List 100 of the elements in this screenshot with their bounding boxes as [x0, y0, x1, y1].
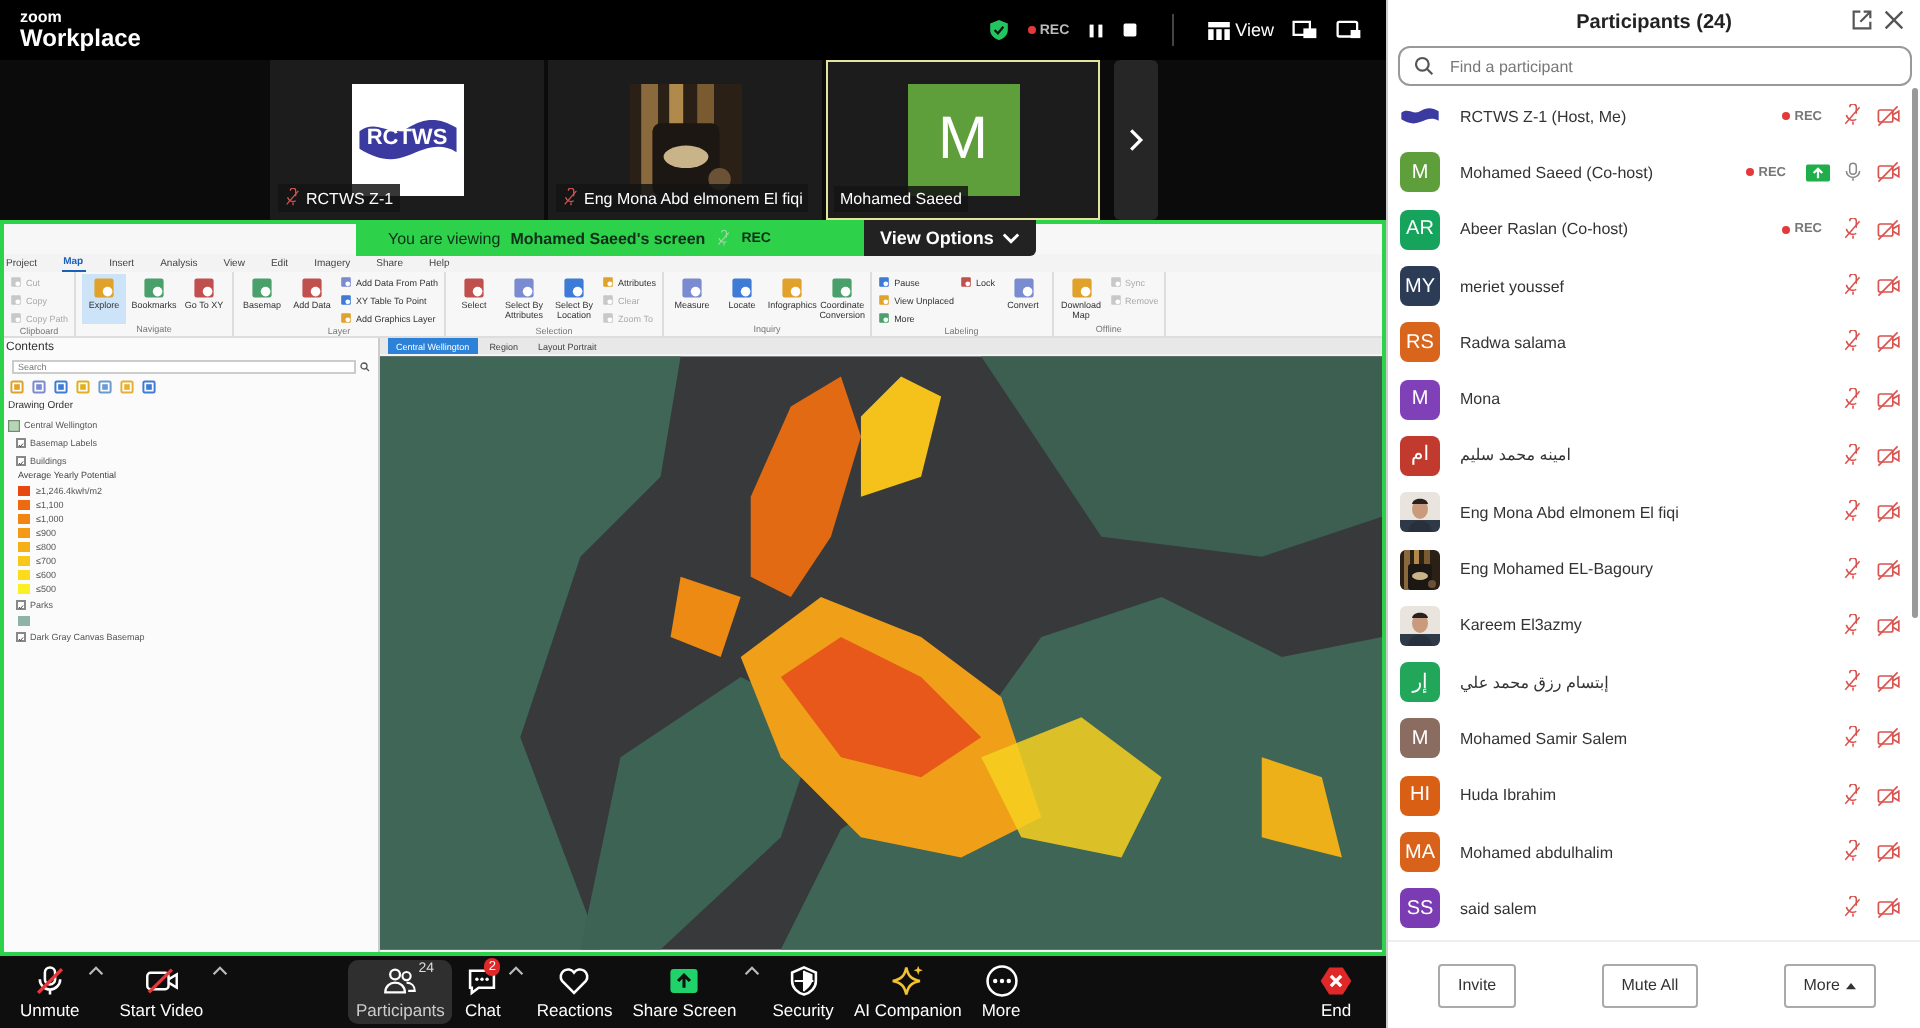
video-tile[interactable]: Eng Mona Abd elmonem El fiqi — [548, 60, 822, 220]
participant-name: Mohamed Saeed (Co-host) — [1460, 163, 1655, 182]
camera-off-icon[interactable] — [1876, 896, 1900, 921]
camera-off-icon[interactable] — [1876, 840, 1900, 864]
toolbar-button[interactable]: Start Video — [111, 960, 212, 1024]
participant-name: Eng Mohamed EL-Bagoury — [1460, 560, 1655, 579]
microphone-muted-icon[interactable] — [1842, 274, 1864, 299]
microphone-muted-icon[interactable] — [1842, 387, 1864, 412]
toolbar-button[interactable]: End — [1310, 960, 1362, 1024]
microphone-muted-icon[interactable] — [1842, 500, 1864, 525]
microphone-muted-icon[interactable] — [1842, 217, 1864, 242]
checkbox[interactable] — [16, 438, 26, 448]
camera-off-icon[interactable] — [1876, 274, 1900, 299]
participant-name: meriet youssef — [1460, 277, 1567, 296]
checkbox[interactable] — [16, 632, 26, 642]
microphone-muted-icon[interactable] — [1842, 104, 1864, 129]
video-tile[interactable]: RCTWS RCTWS Z-1 — [270, 60, 544, 220]
toolbar-button[interactable]: Unmute — [12, 960, 88, 1024]
microphone-muted-icon[interactable] — [1842, 613, 1864, 638]
toolbar-button[interactable]: Share Screen — [624, 960, 745, 1024]
participant-name: Kareem El3azmy — [1460, 616, 1584, 635]
camera-off-icon[interactable] — [1876, 557, 1900, 582]
checkbox[interactable] — [16, 600, 26, 610]
avatar: إر — [1400, 662, 1440, 703]
pause-icon[interactable] — [1087, 21, 1104, 39]
window-icon[interactable] — [1292, 20, 1318, 40]
chevron-down-icon — [1001, 232, 1020, 244]
tool-icon — [10, 312, 22, 324]
participant-name: Eng Mona Abd elmonem El fiqi — [1460, 503, 1681, 522]
microphone-muted-icon[interactable] — [1842, 840, 1864, 864]
brand-name: Workplace — [20, 26, 141, 50]
scrollbar[interactable] — [1912, 88, 1918, 618]
search-icon — [1414, 56, 1434, 76]
camera-off-icon[interactable] — [1876, 670, 1900, 695]
camera-off-icon[interactable] — [1876, 217, 1900, 242]
view-button[interactable]: View — [1207, 20, 1274, 40]
microphone-muted-icon[interactable] — [1842, 443, 1864, 468]
toolbar-button[interactable]: Reactions — [528, 960, 621, 1024]
caret-icon[interactable] — [744, 966, 761, 976]
microphone-icon[interactable] — [1842, 160, 1864, 185]
chat-icon — [464, 964, 501, 998]
participant-name: Eng Mona Abd elmonem El fiqi — [584, 189, 803, 207]
check-icon — [18, 634, 24, 644]
toolbar-button[interactable]: Security — [764, 960, 842, 1024]
shield-check-icon[interactable] — [987, 18, 1010, 42]
camera-off-icon[interactable] — [1876, 387, 1900, 412]
check-icon — [18, 602, 24, 612]
close-icon[interactable] — [1884, 10, 1904, 30]
brand-name: zoom — [20, 10, 64, 26]
participant-name: Mohamed abdulhalim — [1460, 843, 1615, 861]
checkbox[interactable] — [16, 456, 26, 466]
camera-off-icon[interactable] — [1876, 104, 1900, 129]
stop-icon[interactable] — [1121, 22, 1138, 38]
people-icon — [382, 964, 419, 998]
map-icon — [8, 419, 20, 431]
video-tile[interactable]: M Mohamed Saeed — [826, 60, 1100, 220]
recording-dot — [1782, 225, 1791, 234]
caret-icon[interactable] — [87, 966, 104, 976]
search-field[interactable]: Find a participant — [1398, 46, 1912, 86]
tool-icon — [10, 294, 22, 306]
footer-button[interactable]: Invite — [1438, 963, 1517, 1007]
shield-icon — [785, 964, 822, 998]
footer-button[interactable]: More — [1783, 963, 1876, 1007]
camera-off-icon[interactable] — [1876, 613, 1900, 638]
camera-off-icon[interactable] — [1876, 160, 1900, 185]
camera-off-icon[interactable] — [1876, 500, 1900, 525]
tool-icon — [602, 294, 615, 306]
participant-name: Mohamed Samir Salem — [1460, 729, 1630, 748]
sharer-name: Mohamed Saeed's screen — [510, 229, 706, 247]
pop-out-icon[interactable] — [1852, 10, 1872, 30]
logo-text: RCTWS — [364, 126, 450, 150]
microphone-muted-icon[interactable] — [1842, 330, 1864, 355]
tool-icon — [340, 294, 353, 306]
minimize-window-icon[interactable] — [1336, 20, 1362, 40]
caret-icon[interactable] — [508, 966, 525, 976]
panel-title: Participants (24) — [1576, 11, 1732, 33]
avatar: M — [1400, 379, 1440, 420]
participant-name: إبتسام رزق محمد علي — [1460, 673, 1611, 692]
camera-off-icon[interactable] — [1876, 443, 1900, 468]
grid-icon — [1207, 21, 1230, 39]
camera-off-icon[interactable] — [1876, 330, 1900, 355]
footer-button[interactable]: Mute All — [1601, 963, 1699, 1007]
participant-name: RCTWS Z-1 (Host, Me) — [1460, 107, 1629, 126]
heart-icon — [556, 964, 593, 998]
tool-icon — [878, 294, 891, 306]
microphone-muted-icon[interactable] — [1842, 783, 1864, 808]
microphone-muted-icon[interactable] — [1842, 557, 1864, 582]
microphone-muted-icon[interactable] — [1842, 670, 1864, 695]
tool-icon — [340, 312, 353, 324]
microphone-muted-icon[interactable] — [1842, 896, 1864, 921]
caret-icon[interactable] — [211, 966, 228, 976]
toolbar-button[interactable]: AI Companion — [845, 960, 970, 1024]
participant-name: Mohamed Saeed — [840, 190, 962, 208]
camera-off-icon[interactable] — [1876, 783, 1900, 808]
toolbar-button[interactable]: More — [973, 960, 1029, 1024]
share-screen-icon — [666, 964, 703, 998]
participant-name: Mona — [1460, 390, 1503, 409]
view-options-button[interactable]: View Options — [864, 220, 1036, 256]
microphone-muted-icon[interactable] — [1842, 726, 1864, 751]
camera-off-icon[interactable] — [1876, 726, 1900, 751]
